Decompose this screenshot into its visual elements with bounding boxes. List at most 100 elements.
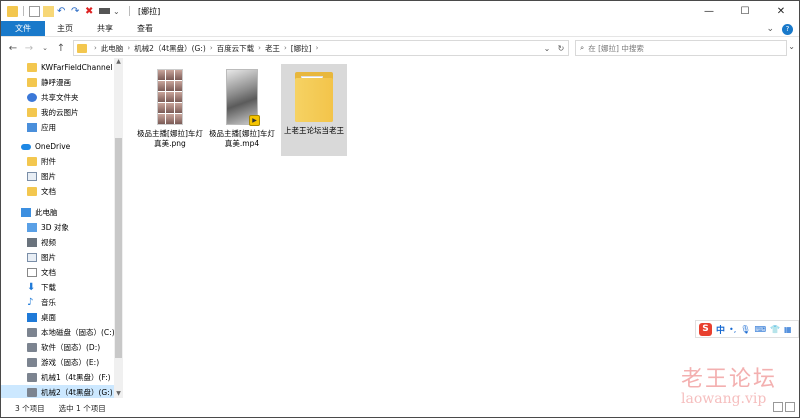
file-item-png[interactable]: 极品主播[娜拉]车灯真美.png (137, 64, 203, 156)
new-folder-icon[interactable] (43, 5, 54, 17)
address-end: ⌄ ↻ (540, 41, 568, 55)
nav-item-onedrive[interactable]: OneDrive (1, 139, 115, 154)
properties-icon[interactable] (29, 5, 40, 17)
file-item-folder[interactable]: 上老王论坛当老王 (281, 64, 347, 156)
keyboard-icon[interactable]: ⌨ (754, 325, 766, 334)
nav-item-drive-f[interactable]: 机械1（4t黑盘）(F:) (1, 370, 115, 385)
nav-item-music[interactable]: ♪ 音乐 (1, 295, 115, 310)
nav-item-onedrive-documents[interactable]: 文档 (1, 184, 115, 199)
scroll-down-icon[interactable]: ▼ (114, 390, 123, 398)
delete-icon[interactable]: ✖ (85, 6, 96, 17)
search-input[interactable]: ⌕ 在 [娜拉] 中搜索 (575, 40, 787, 56)
nav-label: 文档 (41, 268, 56, 277)
shared-folder-icon (27, 93, 37, 102)
videos-icon (27, 238, 37, 247)
folder-icon (27, 108, 37, 117)
tab-home[interactable]: 主页 (45, 21, 85, 36)
refresh-icon[interactable]: ↻ (554, 41, 568, 55)
nav-item-kwfarfieldchannel[interactable]: KWFarFieldChannel (1, 60, 115, 75)
nav-item-desktop[interactable]: 桌面 (1, 310, 115, 325)
scroll-thumb[interactable] (115, 138, 122, 358)
divider (129, 6, 130, 16)
breadcrumb: › 此电脑 › 机械2（4t黑盘）(G:) › 百度云下载 › 老王 › [娜拉… (90, 43, 322, 54)
customize-toolbar-icon[interactable]: ⌄ (113, 6, 124, 17)
help-icon[interactable]: ? (782, 23, 793, 35)
address-history-icon[interactable]: ⌄ (540, 41, 554, 55)
selection-count: 选中 1 个项目 (58, 403, 106, 413)
breadcrumb-laowang[interactable]: 老王 (265, 43, 280, 54)
nav-item-drive-g[interactable]: 机械2（4t黑盘）(G:) (1, 385, 115, 398)
video-player-icon: ▶ (249, 115, 260, 126)
nav-item-this-pc[interactable]: 此电脑 (1, 205, 115, 220)
breadcrumb-drive-g[interactable]: 机械2（4t黑盘）(G:) (134, 43, 206, 54)
ribbon-tabs: 文件 主页 共享 查看 ⌄ ? (1, 21, 799, 37)
breadcrumb-current[interactable]: [娜拉] (291, 43, 312, 54)
search-icon: ⌕ (580, 43, 585, 52)
nav-label: 3D 对象 (41, 223, 69, 232)
watermark-title: 老王论坛 (681, 367, 778, 392)
file-list: 极品主播[娜拉]车灯真美.png ▶ 极品主播[娜拉]车灯真美.mp4 上老王论… (123, 58, 799, 398)
breadcrumb-this-pc[interactable]: 此电脑 (101, 43, 124, 54)
nav-label: OneDrive (35, 142, 71, 151)
microphone-icon[interactable]: 🎙 (740, 325, 750, 334)
image-thumbnail (157, 69, 183, 125)
folder-icon (27, 78, 37, 87)
punctuation-icon[interactable]: •, (729, 325, 736, 334)
nav-item-videos[interactable]: 视频 (1, 235, 115, 250)
nav-item-pictures[interactable]: 图片 (1, 250, 115, 265)
skin-icon[interactable]: 👕 (770, 325, 780, 334)
nav-label: 软件（固态）(D:) (41, 343, 101, 352)
nav-item-apps[interactable]: 应用 (1, 120, 115, 135)
file-item-mp4[interactable]: ▶ 极品主播[娜拉]车灯真美.mp4 (209, 64, 275, 156)
nav-item-drive-e[interactable]: 游戏（固态）(E:) (1, 355, 115, 370)
maximize-button[interactable]: ☐ (727, 1, 763, 21)
tab-share[interactable]: 共享 (85, 21, 125, 36)
tab-view[interactable]: 查看 (125, 21, 165, 36)
breadcrumb-baidu[interactable]: 百度云下载 (217, 43, 255, 54)
chevron-down-icon[interactable]: ⌄ (766, 24, 774, 34)
documents-icon (27, 268, 37, 277)
close-button[interactable]: ✕ (763, 1, 799, 21)
toolbox-icon[interactable]: ▦ (784, 325, 792, 334)
up-button[interactable]: ↑ (53, 43, 69, 54)
nav-label: 静呼漫画 (41, 78, 71, 87)
divider (23, 6, 24, 16)
nav-item-drive-c[interactable]: 本地磁盘（固态）(C:) (1, 325, 115, 340)
computer-icon (21, 208, 31, 217)
chevron-right-icon: › (283, 44, 287, 52)
address-bar[interactable]: › 此电脑 › 机械2（4t黑盘）(G:) › 百度云下载 › 老王 › [娜拉… (73, 40, 569, 56)
file-name: 极品主播[娜拉]车灯真美.mp4 (209, 129, 275, 148)
navigation-pane: KWFarFieldChannel 静呼漫画 共享文件夹 我的云图片 应用 On… (1, 58, 123, 398)
redo-icon[interactable]: ↷ (71, 6, 82, 17)
back-button[interactable]: ← (5, 43, 21, 54)
drive-icon (27, 373, 37, 382)
nav-item-drive-d[interactable]: 软件（固态）(D:) (1, 340, 115, 355)
minimize-button[interactable]: — (691, 1, 727, 21)
nav-label: KWFarFieldChannel (41, 63, 113, 72)
nav-item-documents[interactable]: 文档 (1, 265, 115, 280)
preview-pane-icon[interactable]: ⌄ (788, 42, 795, 51)
nav-label: 桌面 (41, 313, 56, 322)
nav-label: 视频 (41, 238, 56, 247)
chevron-right-icon: › (127, 44, 131, 52)
nav-item-manga[interactable]: 静呼漫画 (1, 75, 115, 90)
nav-item-shared-folder[interactable]: 共享文件夹 (1, 90, 115, 105)
nav-item-onedrive-pictures[interactable]: 图片 (1, 169, 115, 184)
recent-locations-icon[interactable]: ⌄ (37, 44, 53, 52)
nav-label: 机械2（4t黑盘）(G:) (41, 388, 113, 397)
nav-item-downloads[interactable]: ⬇ 下载 (1, 280, 115, 295)
title-bar: ↶ ↷ ✖ ⌄ [娜拉] — ☐ ✕ (1, 1, 799, 21)
nav-scrollbar[interactable]: ▲ ▼ (114, 58, 123, 398)
ime-mode-toggle[interactable]: 中 (716, 323, 725, 336)
rename-icon[interactable] (99, 8, 110, 14)
sogou-logo-icon[interactable]: S (699, 322, 712, 336)
nav-item-cloud-pictures[interactable]: 我的云图片 (1, 105, 115, 120)
scroll-up-icon[interactable]: ▲ (114, 58, 123, 66)
nav-item-3d-objects[interactable]: 3D 对象 (1, 220, 115, 235)
forward-button[interactable]: → (21, 43, 37, 54)
nav-item-attachments[interactable]: 附件 (1, 154, 115, 169)
nav-label: 我的云图片 (41, 108, 79, 117)
folder-icon (77, 43, 87, 53)
undo-icon[interactable]: ↶ (57, 6, 68, 17)
tab-file[interactable]: 文件 (1, 21, 45, 36)
